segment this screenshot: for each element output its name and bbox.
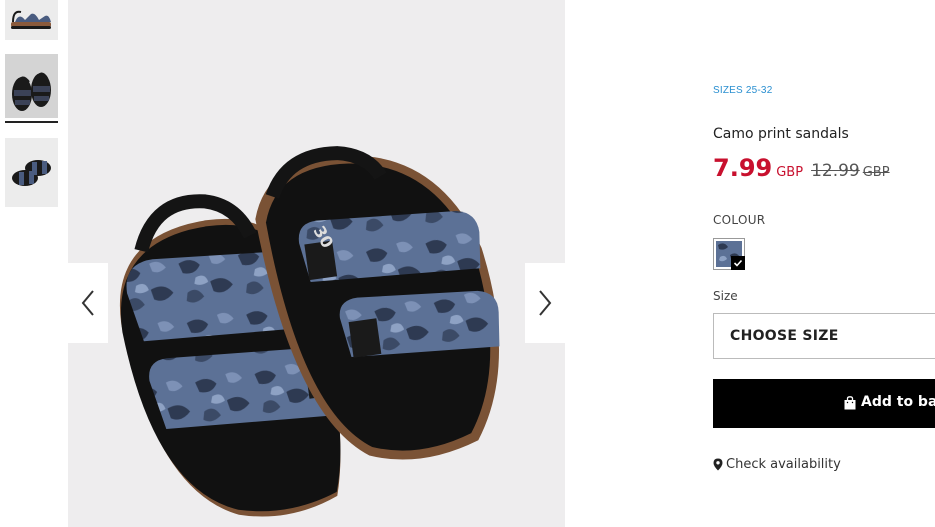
chevron-left-icon bbox=[81, 290, 94, 316]
sizes-tag: SIZES 25-32 bbox=[713, 85, 773, 96]
add-to-bag-label: Add to bag bbox=[861, 394, 935, 410]
camo-sandals-photo: 30 bbox=[68, 0, 565, 527]
product-title: Camo print sandals bbox=[713, 126, 849, 142]
price-row: 7.99 GBP 12.99 GBP bbox=[713, 154, 890, 182]
thumb-top-view[interactable] bbox=[5, 138, 58, 207]
check-availability-link[interactable]: Check availability bbox=[713, 454, 841, 473]
shopping-bag-icon bbox=[844, 396, 856, 410]
add-to-bag-button[interactable]: Add to bag bbox=[713, 379, 935, 428]
prev-image-button[interactable] bbox=[68, 263, 108, 343]
main-product-image: 30 bbox=[68, 0, 565, 527]
colour-label: COLOUR bbox=[713, 213, 766, 227]
sandal-top-image bbox=[5, 138, 58, 207]
sandal-pair-image bbox=[5, 54, 58, 118]
sandal-side-image bbox=[5, 0, 58, 40]
selected-thumb-indicator bbox=[5, 121, 58, 123]
thumb-pair-view[interactable] bbox=[5, 54, 58, 118]
location-pin-icon bbox=[713, 458, 723, 471]
size-label: Size bbox=[713, 289, 738, 303]
colour-swatch-camo[interactable] bbox=[713, 238, 745, 270]
size-select[interactable]: CHOOSE SIZE bbox=[713, 313, 935, 359]
chevron-right-icon bbox=[539, 290, 552, 316]
next-image-button[interactable] bbox=[525, 263, 565, 343]
old-price-currency: GBP bbox=[862, 165, 890, 180]
size-select-value: CHOOSE SIZE bbox=[730, 328, 839, 344]
current-price-currency: GBP bbox=[776, 165, 804, 180]
check-availability-label: Check availability bbox=[726, 457, 841, 472]
old-price: 12.99 bbox=[811, 161, 860, 181]
current-price: 7.99 bbox=[713, 154, 773, 182]
thumb-side-view[interactable] bbox=[5, 0, 58, 40]
checkmark-icon bbox=[731, 256, 745, 270]
